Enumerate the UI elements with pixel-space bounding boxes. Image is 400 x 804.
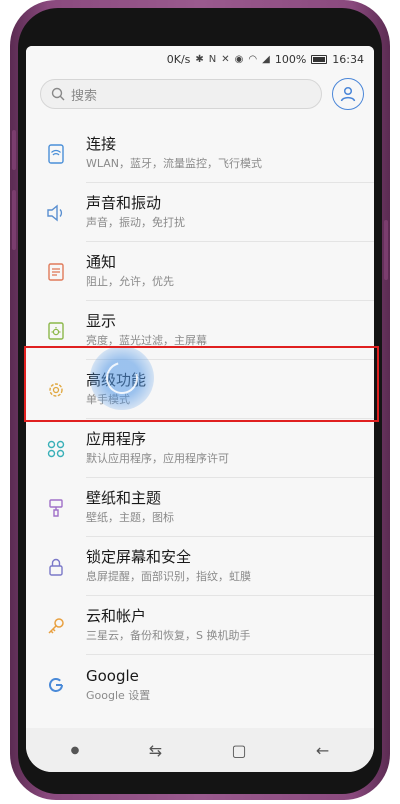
- brush-icon: [26, 497, 86, 519]
- home-icon[interactable]: ▢: [231, 741, 246, 760]
- settings-item-display[interactable]: 显示 亮度，蓝光过滤，主屏幕: [26, 301, 374, 360]
- settings-item-title: Google: [86, 666, 139, 685]
- wifi-icon: ◠: [248, 53, 258, 65]
- back-icon[interactable]: ←: [316, 741, 329, 760]
- wifi-doc-icon: [26, 143, 86, 165]
- search-placeholder: 搜索: [71, 88, 98, 104]
- key-icon: [26, 615, 86, 637]
- settings-item-google[interactable]: Google Google 设置: [26, 655, 374, 714]
- speaker-icon: [26, 202, 86, 224]
- search-row: 搜索: [26, 72, 374, 112]
- battery-percent: 100%: [274, 52, 307, 66]
- settings-item-lockscreen[interactable]: 锁定屏幕和安全 息屏提醒，面部识别，指纹，虹膜: [26, 537, 374, 596]
- network-speed: 0K/s: [166, 52, 191, 66]
- alarm-icon: ◉: [234, 53, 244, 65]
- recent-apps-icon[interactable]: ⇆: [149, 741, 162, 760]
- phone-side-button: [12, 130, 16, 170]
- display-icon: [26, 320, 86, 342]
- phone-side-button: [12, 190, 16, 250]
- mute-icon: ✕: [221, 53, 230, 65]
- settings-item-wallpaper[interactable]: 壁纸和主题 壁纸，主题，图标: [26, 478, 374, 537]
- phone-side-button: [384, 220, 388, 280]
- settings-item-subtitle: 壁纸，主题，图标: [86, 511, 174, 524]
- apps-grid-icon: [26, 438, 86, 460]
- phone-screen: 0K/s ✱ N ✕ ◉ ◠ ◢ 100% 16:34 搜索 连接 WLAN，蓝…: [26, 46, 374, 772]
- settings-item-cloud[interactable]: 云和帐户 三星云，备份和恢复，S 换机助手: [26, 596, 374, 655]
- settings-item-title: 通知: [86, 253, 117, 271]
- user-icon: [340, 86, 356, 102]
- settings-item-title: 壁纸和主题: [86, 489, 162, 507]
- notification-icon: [26, 261, 86, 283]
- settings-item-title: 显示: [86, 312, 117, 330]
- search-icon: [51, 87, 65, 101]
- settings-item-subtitle: Google 设置: [86, 688, 151, 702]
- settings-item-subtitle: 息屏提醒，面部识别，指纹，虹膜: [86, 570, 251, 583]
- settings-item-connections[interactable]: 连接 WLAN，蓝牙，流量监控，飞行模式: [26, 124, 374, 183]
- settings-item-title: 锁定屏幕和安全: [86, 548, 192, 566]
- settings-item-apps[interactable]: 应用程序 默认应用程序，应用程序许可: [26, 419, 374, 478]
- settings-item-title: 连接: [86, 135, 117, 153]
- bluetooth-icon: ✱: [195, 53, 204, 65]
- settings-item-subtitle: 阻止，允许，优先: [86, 275, 174, 288]
- battery-icon: [311, 54, 328, 64]
- settings-item-advanced[interactable]: 高级功能 单手模式: [26, 360, 374, 419]
- signal-icon: ◢: [262, 53, 270, 65]
- settings-item-title: 云和帐户: [86, 607, 147, 625]
- settings-item-sound[interactable]: 声音和振动 声音，振动，免打扰: [26, 183, 374, 242]
- settings-item-title: 声音和振动: [86, 194, 162, 212]
- touch-indicator: [90, 346, 154, 410]
- settings-item-subtitle: 声音，振动，免打扰: [86, 216, 185, 229]
- settings-item-title: 应用程序: [86, 430, 147, 448]
- status-bar: 0K/s ✱ N ✕ ◉ ◠ ◢ 100% 16:34: [26, 46, 374, 72]
- settings-item-notifications[interactable]: 通知 阻止，允许，优先: [26, 242, 374, 301]
- settings-item-subtitle: 三星云，备份和恢复，S 换机助手: [86, 629, 251, 642]
- search-input[interactable]: 搜索: [40, 79, 322, 109]
- settings-list: 连接 WLAN，蓝牙，流量监控，飞行模式 声音和振动 声音，振动，免打扰 通知 …: [26, 124, 374, 714]
- settings-item-subtitle: 默认应用程序，应用程序许可: [86, 452, 229, 465]
- lock-icon: [26, 556, 86, 578]
- navigation-bar: ● ⇆ ▢ ←: [26, 728, 374, 772]
- advanced-gear-icon: [26, 379, 86, 401]
- status-time: 16:34: [332, 52, 364, 66]
- account-button[interactable]: [332, 78, 364, 110]
- nav-dot-icon[interactable]: ●: [71, 745, 80, 756]
- settings-item-subtitle: WLAN，蓝牙，流量监控，飞行模式: [86, 157, 263, 170]
- nfc-icon: N: [208, 53, 217, 65]
- google-icon: [26, 674, 86, 696]
